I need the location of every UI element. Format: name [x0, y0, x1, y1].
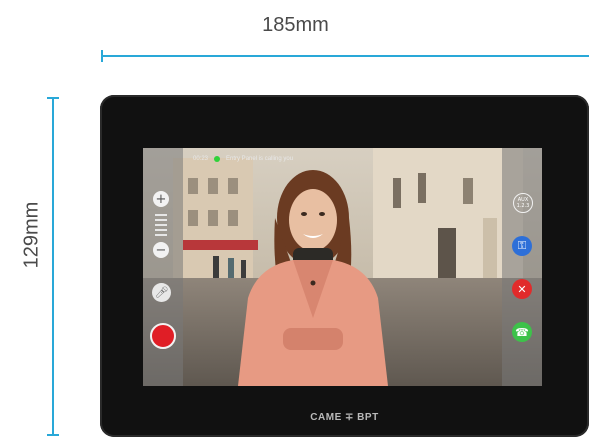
aux-button[interactable]: AUX 1.2.3 — [513, 193, 533, 213]
door-unlock-button[interactable]: ⚿ — [512, 236, 532, 256]
call-status-icon — [214, 156, 221, 162]
zoom-in-button[interactable]: + — [153, 191, 169, 207]
left-control-panel: + − 🎤︎ — [143, 148, 183, 386]
status-time: 00:23 — [193, 156, 209, 162]
zoom-out-button[interactable]: − — [153, 242, 169, 258]
brand-logo: CAME ∓ BPT — [310, 412, 379, 423]
height-dimension-line — [52, 98, 54, 436]
answer-call-button[interactable]: ☎ — [512, 322, 532, 342]
microphone-button[interactable]: 🎤︎ — [152, 283, 171, 302]
camera-feed-image — [143, 148, 542, 386]
status-bar: 00:23 Entry Panel is calling you — [193, 152, 293, 166]
height-dimension-cap-bottom — [47, 434, 59, 436]
status-message: Entry Panel is calling you — [226, 156, 294, 162]
width-dimension-label: 185mm — [262, 14, 329, 36]
width-dimension-line — [101, 55, 589, 57]
key-icon: ⚿ — [517, 239, 527, 252]
zoom-level-indicator[interactable] — [155, 214, 167, 236]
monitor-device: 00:23 Entry Panel is calling you + − 🎤︎ … — [100, 95, 589, 437]
right-control-panel: AUX 1.2.3 ⚿ ✕ ☎ — [502, 148, 542, 386]
height-dimension-label: 129mm — [20, 201, 43, 269]
record-button[interactable] — [150, 323, 176, 349]
height-dimension-cap-top — [47, 97, 59, 99]
video-screen: 00:23 Entry Panel is calling you + − 🎤︎ … — [143, 148, 542, 386]
hangup-button[interactable]: ✕ — [512, 279, 532, 299]
hangup-icon: ✕ — [517, 282, 527, 296]
microphone-icon: 🎤︎ — [154, 286, 169, 299]
width-dimension-cap — [101, 50, 103, 62]
answer-icon: ☎ — [515, 325, 529, 339]
aux-sub-label: 1.2.3 — [516, 203, 530, 209]
